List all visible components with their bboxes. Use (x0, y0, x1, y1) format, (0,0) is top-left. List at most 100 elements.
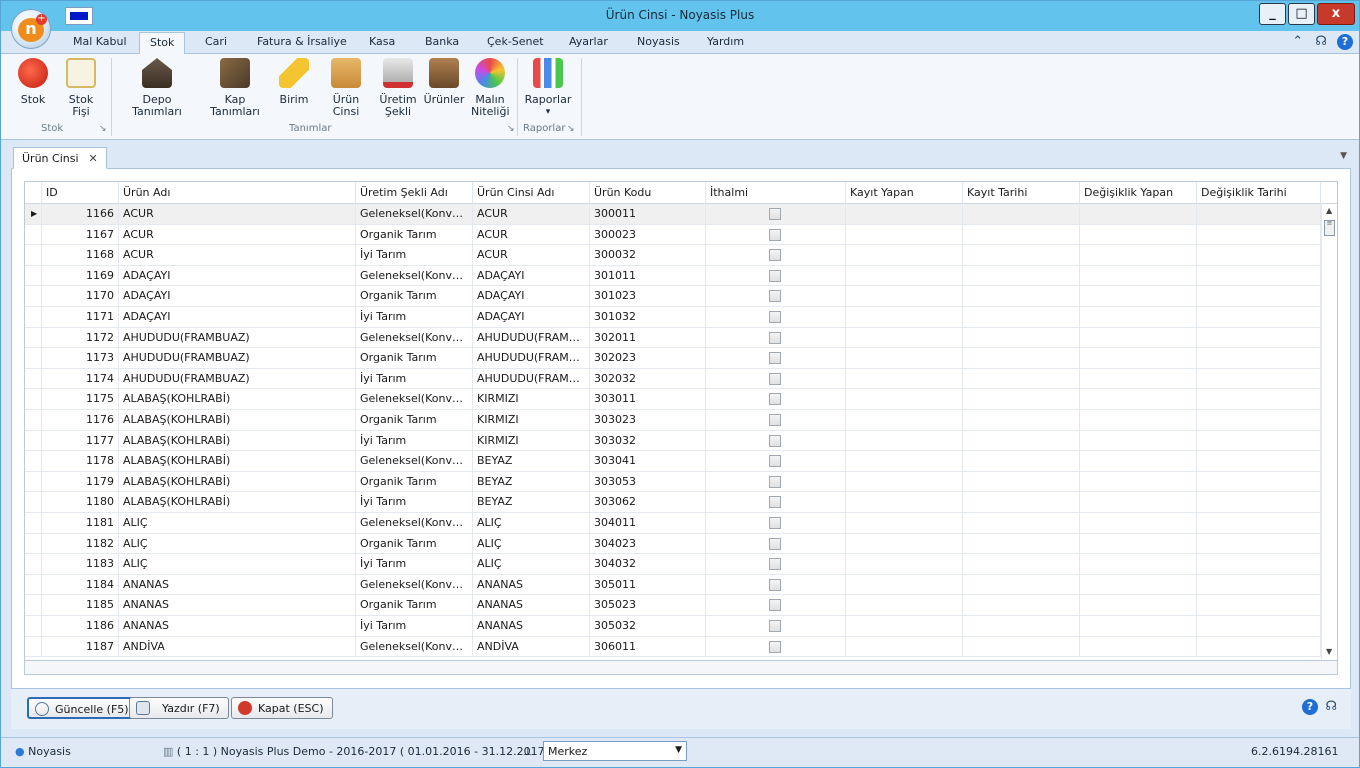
malin-niteligi-button[interactable]: Malın Niteliği (471, 58, 510, 118)
tab-stok[interactable]: Stok (139, 32, 186, 55)
column-header-kayit-tarihi[interactable]: Kayıt Tarihi (963, 182, 1080, 204)
urun-cinsi-button[interactable]: Ürün Cinsi (319, 58, 373, 118)
table-row[interactable]: 1183 ALIÇ İyi Tarım ALIÇ 304032 (25, 554, 1321, 575)
refresh-button[interactable]: Güncelle (F5) (27, 697, 139, 719)
scroll-up-icon[interactable]: ▲ (1326, 206, 1332, 215)
scroll-down-icon[interactable]: ▼ (1326, 647, 1332, 656)
urunler-button[interactable]: Ürünler (423, 58, 465, 106)
cell-degisiklik-yapan (1080, 327, 1197, 348)
column-header-degisiklik-tarihi[interactable]: Değişiklik Tarihi (1197, 182, 1321, 204)
ithalmi-checkbox[interactable] (769, 599, 781, 612)
ithalmi-checkbox[interactable] (769, 578, 781, 591)
ithalmi-checkbox[interactable] (769, 475, 781, 488)
tab-cek-senet[interactable]: Çek-Senet (487, 35, 544, 48)
tab-cari[interactable]: Cari (205, 35, 227, 48)
table-row[interactable]: 1182 ALIÇ Organik Tarım ALIÇ 304023 (25, 533, 1321, 555)
tab-ayarlar[interactable]: Ayarlar (569, 35, 608, 48)
print-button[interactable]: Yazdır (F7) (129, 697, 229, 719)
ithalmi-checkbox[interactable] (769, 517, 781, 529)
uretim-sekli-button[interactable]: Üretim Şekli (379, 58, 417, 118)
birim-button[interactable]: Birim (277, 58, 311, 106)
support-icon[interactable]: ☊ (1315, 34, 1327, 49)
table-row[interactable]: 1175ALABAŞ(KOHLRABİ)Geleneksel(Konvansiy… (25, 389, 1321, 410)
support-icon[interactable]: ☊ (1325, 699, 1337, 714)
doc-tab-urun-cinsi[interactable]: Ürün Cinsi ✕ (13, 147, 107, 169)
tab-kasa[interactable]: Kasa (369, 35, 395, 48)
column-header-uretim-sekli-adi[interactable]: Üretim Şekli Adı (356, 182, 473, 204)
ithalmi-checkbox[interactable] (769, 331, 781, 344)
ithalmi-checkbox[interactable] (769, 290, 781, 303)
ithalmi-checkbox[interactable] (769, 455, 781, 468)
table-row[interactable]: 1167 ACUR Organik Tarım ACUR 300023 (25, 224, 1321, 246)
ithalmi-checkbox[interactable] (769, 352, 781, 365)
help-icon[interactable]: ? (1337, 34, 1353, 50)
table-row[interactable]: 1170 ADAÇAYI Organik Tarım ADAÇAYI 301023 (25, 286, 1321, 307)
column-header-ithalmi[interactable]: İthalmi (706, 182, 846, 204)
minimize-button[interactable]: _ (1259, 3, 1286, 25)
ithalmi-checkbox[interactable] (769, 372, 781, 385)
close-button[interactable]: Kapat (ESC) (231, 697, 333, 719)
table-row[interactable]: ▶1166ACURGeleneksel(Konvansiyonel)ACUR30… (25, 204, 1321, 225)
close-tab-icon[interactable]: ✕ (89, 152, 98, 165)
tab-yardim[interactable]: Yardım (707, 35, 744, 48)
column-header-urun-cinsi-adi[interactable]: Ürün Cinsi Adı (473, 182, 590, 204)
table-row[interactable]: 1181ALIÇGeleneksel(Konvansiyonel)ALIÇ304… (25, 513, 1321, 534)
table-row[interactable]: 1186 ANANAS İyi Tarım ANANAS 305032 (25, 616, 1321, 637)
ithalmi-checkbox[interactable] (769, 640, 781, 653)
ithalmi-checkbox[interactable] (769, 496, 781, 509)
depo-tanimlari-button[interactable]: Depo Tanımları (119, 58, 195, 118)
tab-banka[interactable]: Banka (425, 35, 459, 48)
cell-uretim-sekli-adi: İyi Tarım (356, 368, 473, 389)
table-row[interactable]: 1168 ACUR İyi Tarım ACUR 300032 (25, 245, 1321, 266)
table-row[interactable]: 1171 ADAÇAYI İyi Tarım ADAÇAYI 301032 (25, 307, 1321, 328)
ithalmi-checkbox[interactable] (769, 620, 781, 632)
table-row[interactable]: 1184ANANASGeleneksel(Konvansiyonel)ANANA… (25, 574, 1321, 596)
table-row[interactable]: 1173 AHUDUDU(FRAMBUAZ) Organik Tarım AHUDUD… (25, 348, 1321, 369)
stok-fisi-button[interactable]: Stok Fişi (59, 58, 103, 118)
stok-group-launcher-icon[interactable]: ↘ (99, 124, 107, 134)
tab-noyasis[interactable]: Noyasis (637, 35, 680, 48)
raporlar-button[interactable]: Raporlar ▾ (523, 58, 573, 118)
collapse-ribbon-icon[interactable]: ⌃ (1292, 34, 1303, 49)
table-row[interactable]: 1177 ALABAŞ(KOHLRABİ) İyi Tarım KIRMIZI 3030… (25, 430, 1321, 452)
table-row[interactable]: 1169ADAÇAYIGeleneksel(Konvansiyonel)ADAÇ… (25, 265, 1321, 287)
ithalmi-checkbox[interactable] (769, 269, 781, 282)
table-row[interactable]: 1185 ANANAS Organik Tarım ANANAS 305023 (25, 595, 1321, 616)
tab-fatura-irsaliye[interactable]: Fatura & İrsaliye (257, 35, 347, 48)
tab-mal-kabul[interactable]: Mal Kabul (73, 35, 127, 48)
ithalmi-checkbox[interactable] (769, 558, 781, 571)
close-window-button[interactable]: x (1317, 3, 1355, 25)
help-icon[interactable]: ? (1301, 699, 1318, 715)
column-header-id[interactable]: ID (42, 182, 119, 204)
maximize-button[interactable]: □ (1288, 3, 1315, 25)
ithalmi-checkbox[interactable] (769, 311, 781, 323)
ithalmi-checkbox[interactable] (769, 208, 781, 220)
tanimlar-group-launcher-icon[interactable]: ↘ (507, 124, 515, 134)
table-row[interactable]: 1180 ALABAŞ(KOHLRABİ) İyi Tarım BEYAZ 303062 (25, 492, 1321, 513)
app-menu-orb-icon[interactable]: n + (11, 9, 51, 49)
column-header-urun-kodu[interactable]: Ürün Kodu (590, 182, 706, 204)
kap-tanimlari-button[interactable]: Kap Tanımları (201, 58, 269, 118)
stok-button[interactable]: Stok (15, 58, 51, 106)
ithalmi-checkbox[interactable] (769, 434, 781, 447)
ithalmi-checkbox[interactable] (769, 537, 781, 550)
column-header-kayit-yapan[interactable]: Kayıt Yapan (846, 182, 963, 204)
ithalmi-checkbox[interactable] (769, 228, 781, 241)
ithalmi-checkbox[interactable] (769, 414, 781, 426)
column-header-urun-adi[interactable]: Ürün Adı (119, 182, 356, 204)
table-row[interactable]: 1174 AHUDUDU(FRAMBUAZ) İyi Tarım AHUDUDU(FR… (25, 368, 1321, 390)
table-row[interactable]: 1172AHUDUDU(FRAMBUAZ)Geleneksel(Konvansi… (25, 327, 1321, 349)
table-row[interactable]: 1179 ALABAŞ(KOHLRABİ) Organik Tarım BEYAZ 30… (25, 471, 1321, 493)
column-header-degisiklik-yapan[interactable]: Değişiklik Yapan (1080, 182, 1197, 204)
raporlar-group-launcher-icon[interactable]: ↘ (567, 124, 575, 134)
ithalmi-checkbox[interactable] (769, 249, 781, 262)
row-indicator (25, 533, 42, 554)
table-row[interactable]: 1176 ALABAŞ(KOHLRABİ) Organik Tarım KIRMIZI… (25, 410, 1321, 431)
branch-select[interactable]: Merkez ▼ (543, 741, 687, 761)
tab-list-dropdown-icon[interactable]: ▼ (1340, 151, 1347, 161)
scroll-thumb[interactable]: ≡ (1324, 220, 1335, 236)
table-row[interactable]: 1187ANDİVAGeleneksel(Konvansiyonel)ANDİV… (25, 636, 1321, 658)
ithalmi-checkbox[interactable] (769, 393, 781, 406)
table-row[interactable]: 1178ALABAŞ(KOHLRABİ)Geleneksel(Konvansiy… (25, 451, 1321, 472)
vertical-scrollbar[interactable]: ▲ ≡ ▼ (1321, 204, 1337, 660)
